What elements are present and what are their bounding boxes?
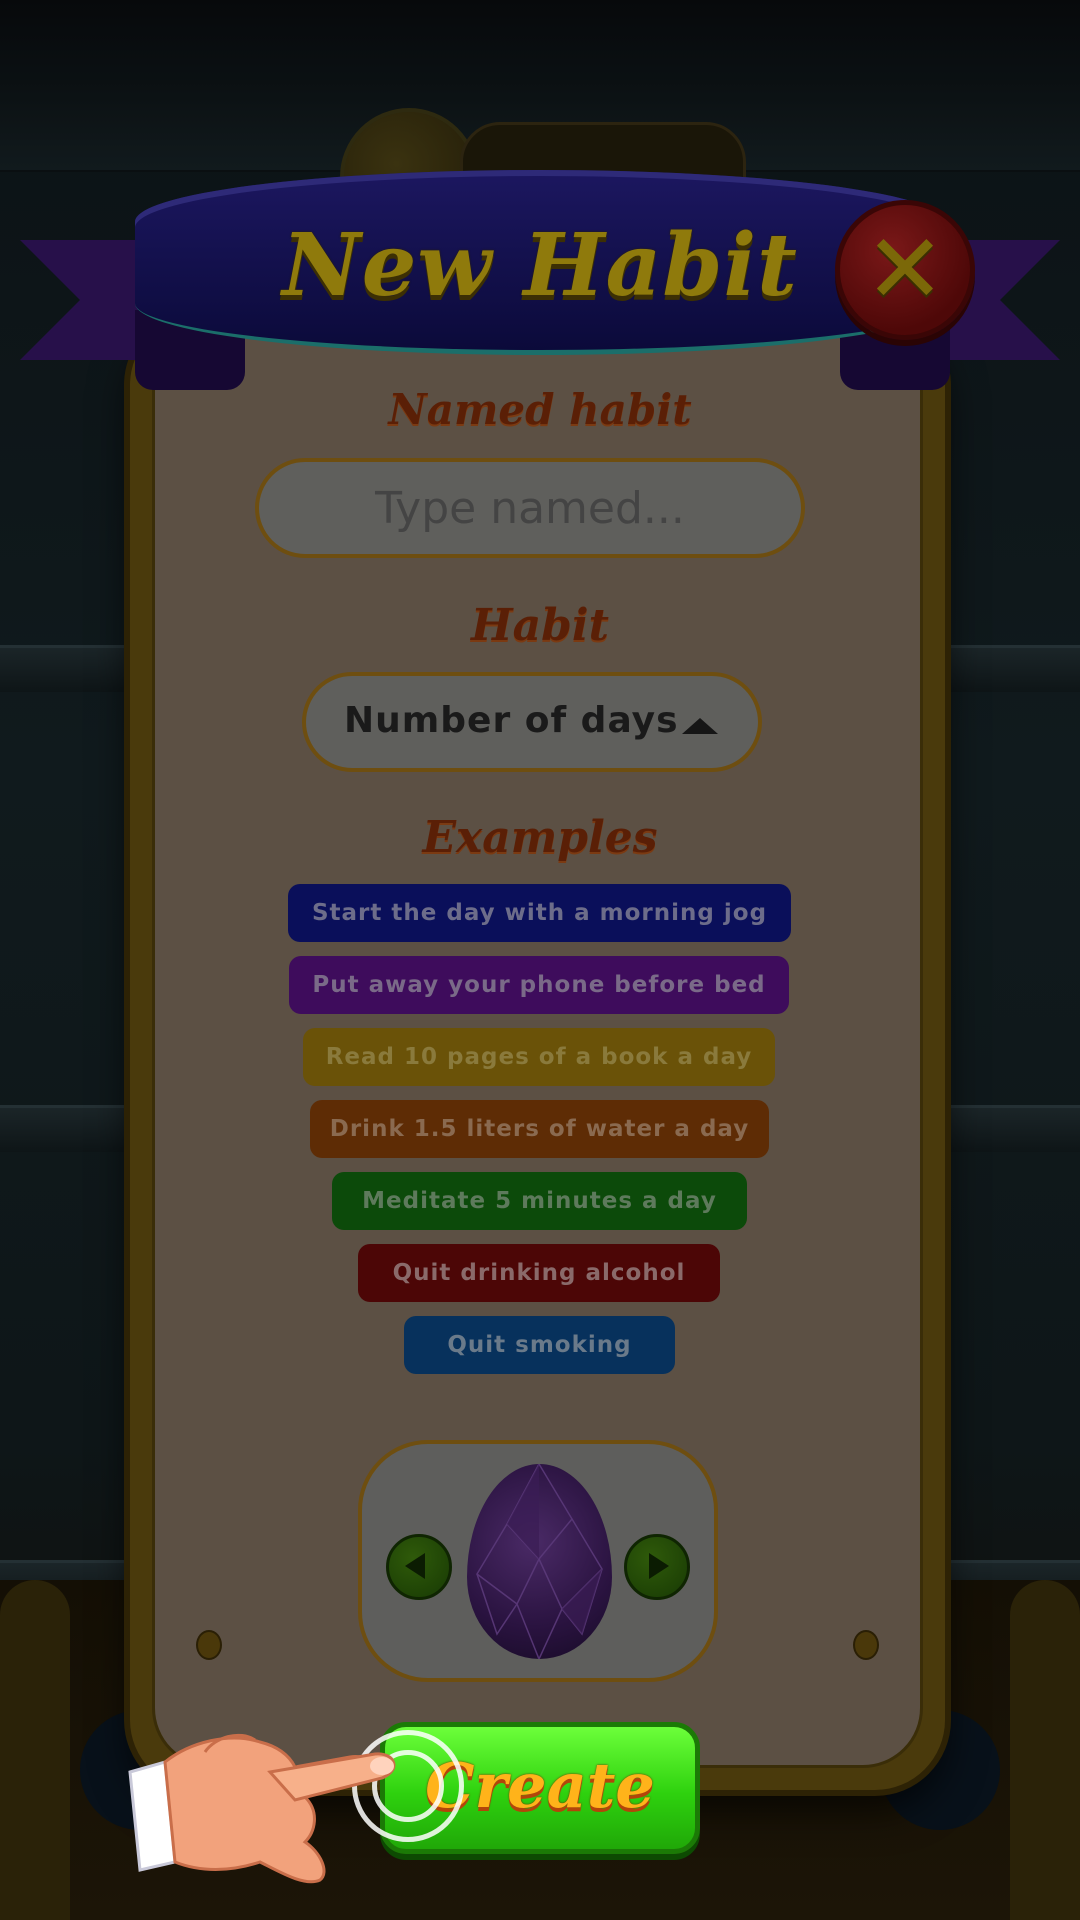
page-title: New Habit [282, 215, 798, 316]
habit-type-selected: Number of days [344, 700, 679, 741]
egg-selector [358, 1440, 718, 1682]
example-chip[interactable]: Quit smoking [404, 1316, 675, 1374]
example-chip[interactable]: Drink 1.5 liters of water a day [310, 1100, 769, 1158]
chevron-left-icon [405, 1553, 425, 1579]
pointing-hand-icon [120, 1712, 420, 1892]
background-shelf [0, 645, 150, 692]
background-shelf [0, 1105, 150, 1152]
background-shelf [930, 645, 1080, 692]
background-shelf [930, 1105, 1080, 1152]
crystal-egg-icon [467, 1464, 612, 1659]
close-button[interactable]: ✕ [835, 200, 975, 340]
habit-name-input[interactable] [255, 458, 805, 558]
game-screen: New Habit ✕ Named habit Habit Number of … [0, 0, 1080, 1920]
panel-rivet [853, 1630, 879, 1660]
example-chip[interactable]: Meditate 5 minutes a day [332, 1172, 747, 1230]
examples-label: Examples [422, 812, 658, 863]
ribbon-banner: New Habit [135, 170, 945, 355]
panel-rivet [196, 1630, 222, 1660]
previous-egg-button[interactable] [386, 1534, 452, 1600]
example-chip[interactable]: Read 10 pages of a book a day [303, 1028, 775, 1086]
example-chip[interactable]: Quit drinking alcohol [358, 1244, 720, 1302]
chevron-right-icon [649, 1553, 669, 1579]
example-chip[interactable]: Put away your phone before bed [289, 956, 789, 1014]
close-icon: ✕ [864, 213, 946, 325]
background-pillar [0, 1580, 70, 1920]
habit-type-dropdown[interactable]: Number of days [302, 672, 762, 772]
example-chip[interactable]: Start the day with a morning jog [288, 884, 791, 942]
named-habit-label: Named habit [388, 385, 692, 434]
chevron-up-icon [682, 718, 718, 734]
background-pillar [1010, 1580, 1080, 1920]
habit-label: Habit [471, 600, 609, 651]
next-egg-button[interactable] [624, 1534, 690, 1600]
